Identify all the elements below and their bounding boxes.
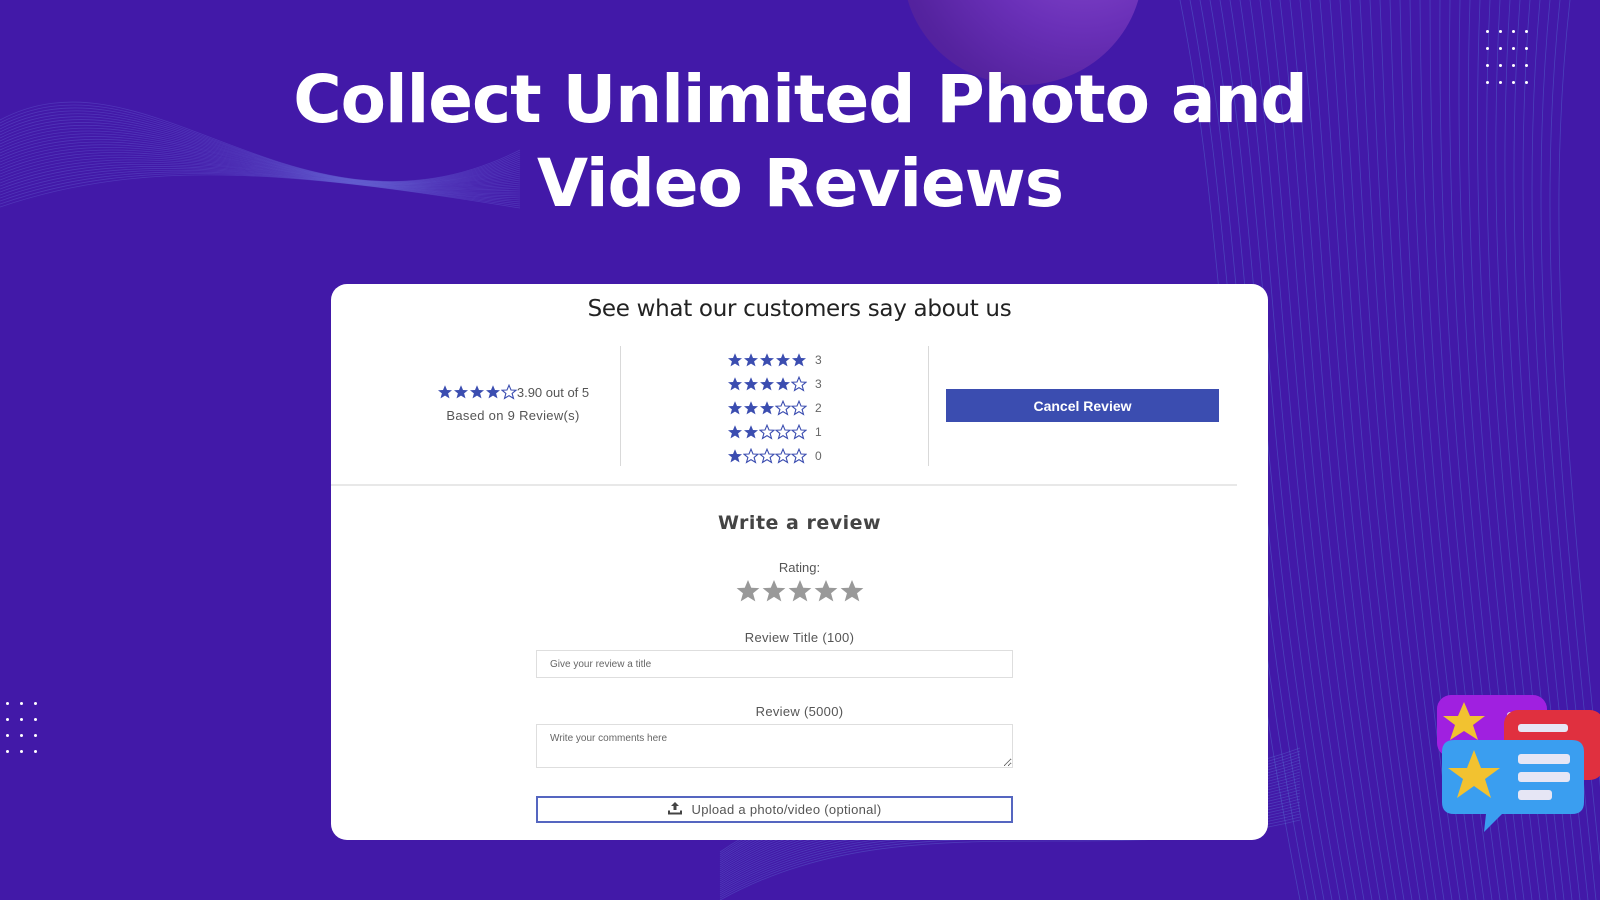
star-filled-icon	[743, 400, 759, 416]
rating-breakdown-row[interactable]: 2	[727, 396, 822, 420]
review-body-label: Review (5000)	[755, 704, 844, 719]
breakdown-stars	[727, 400, 807, 416]
star-outline-icon	[791, 424, 807, 440]
star-filled-icon	[743, 352, 759, 368]
decorative-dot-grid	[6, 702, 37, 753]
review-count-text: Based on 9 Review(s)	[446, 408, 580, 423]
breakdown-stars	[727, 352, 807, 368]
rating-star-5-icon[interactable]	[839, 578, 865, 604]
average-rating-stars	[437, 384, 517, 400]
write-review-heading: Write a review	[717, 512, 882, 534]
breakdown-count: 3	[815, 353, 822, 367]
rating-breakdown-row[interactable]: 0	[727, 444, 822, 468]
divider	[928, 346, 929, 466]
upload-icon	[667, 801, 692, 818]
cancel-review-button[interactable]: Cancel Review	[946, 389, 1219, 422]
rating-breakdown-row[interactable]: 3	[727, 372, 822, 396]
star-outline-icon	[759, 424, 775, 440]
review-widget-card: See what our customers say about us 3.90…	[331, 284, 1268, 840]
review-title-input[interactable]	[536, 650, 1013, 678]
star-filled-icon	[759, 400, 775, 416]
rating-star-input[interactable]	[331, 578, 1268, 604]
star-filled-icon	[759, 376, 775, 392]
upload-media-button[interactable]: Upload a photo/video (optional)	[536, 796, 1013, 823]
star-filled-icon	[727, 376, 743, 392]
section-divider	[331, 484, 1237, 486]
star-filled-icon	[759, 352, 775, 368]
breakdown-count: 0	[815, 449, 822, 463]
breakdown-stars	[727, 424, 807, 440]
star-filled-icon	[727, 448, 743, 464]
rating-breakdown: 3 3 2 1 0	[727, 348, 822, 468]
breakdown-count: 2	[815, 401, 822, 415]
star-outline-icon	[759, 448, 775, 464]
star-filled-icon	[727, 400, 743, 416]
star-filled-icon	[727, 424, 743, 440]
star-outline-icon	[791, 400, 807, 416]
star-outline-icon	[775, 400, 791, 416]
star-filled-icon	[791, 352, 807, 368]
review-chat-bubbles-illustration	[1437, 695, 1600, 832]
headline: Collect Unlimited Photo and Video Review…	[0, 58, 1600, 226]
rating-breakdown-row[interactable]: 1	[727, 420, 822, 444]
star-filled-icon	[437, 384, 453, 400]
star-filled-icon	[453, 384, 469, 400]
rating-breakdown-row[interactable]: 3	[727, 348, 822, 372]
star-outline-icon	[791, 448, 807, 464]
breakdown-stars	[727, 376, 807, 392]
star-filled-icon	[469, 384, 485, 400]
rating-star-2-icon[interactable]	[761, 578, 787, 604]
star-outline-icon	[743, 448, 759, 464]
star-filled-icon	[485, 384, 501, 400]
star-filled-icon	[743, 424, 759, 440]
widget-title: See what our customers say about us	[587, 296, 1012, 322]
star-filled-icon	[743, 376, 759, 392]
review-body-textarea[interactable]	[536, 724, 1013, 768]
breakdown-stars	[727, 448, 807, 464]
star-filled-icon	[775, 352, 791, 368]
breakdown-count: 1	[815, 425, 822, 439]
breakdown-count: 3	[815, 377, 822, 391]
headline-line-2: Video Reviews	[536, 145, 1064, 222]
headline-line-1: Collect Unlimited Photo and	[293, 61, 1308, 138]
star-outline-icon	[775, 448, 791, 464]
rating-star-1-icon[interactable]	[735, 578, 761, 604]
review-title-label: Review Title (100)	[744, 630, 855, 645]
rating-label: Rating:	[778, 560, 821, 575]
star-filled-icon	[775, 376, 791, 392]
star-outline-icon	[791, 376, 807, 392]
star-filled-icon	[727, 352, 743, 368]
star-outline-icon	[500, 384, 517, 400]
rating-star-4-icon[interactable]	[813, 578, 839, 604]
star-outline-icon	[775, 424, 791, 440]
rating-star-3-icon[interactable]	[787, 578, 813, 604]
rating-summary: 3.90 out of 5 Based on 9 Review(s)	[388, 384, 638, 423]
upload-label: Upload a photo/video (optional)	[691, 802, 882, 817]
divider	[620, 346, 621, 466]
average-rating-text: 3.90 out of 5	[516, 384, 590, 400]
